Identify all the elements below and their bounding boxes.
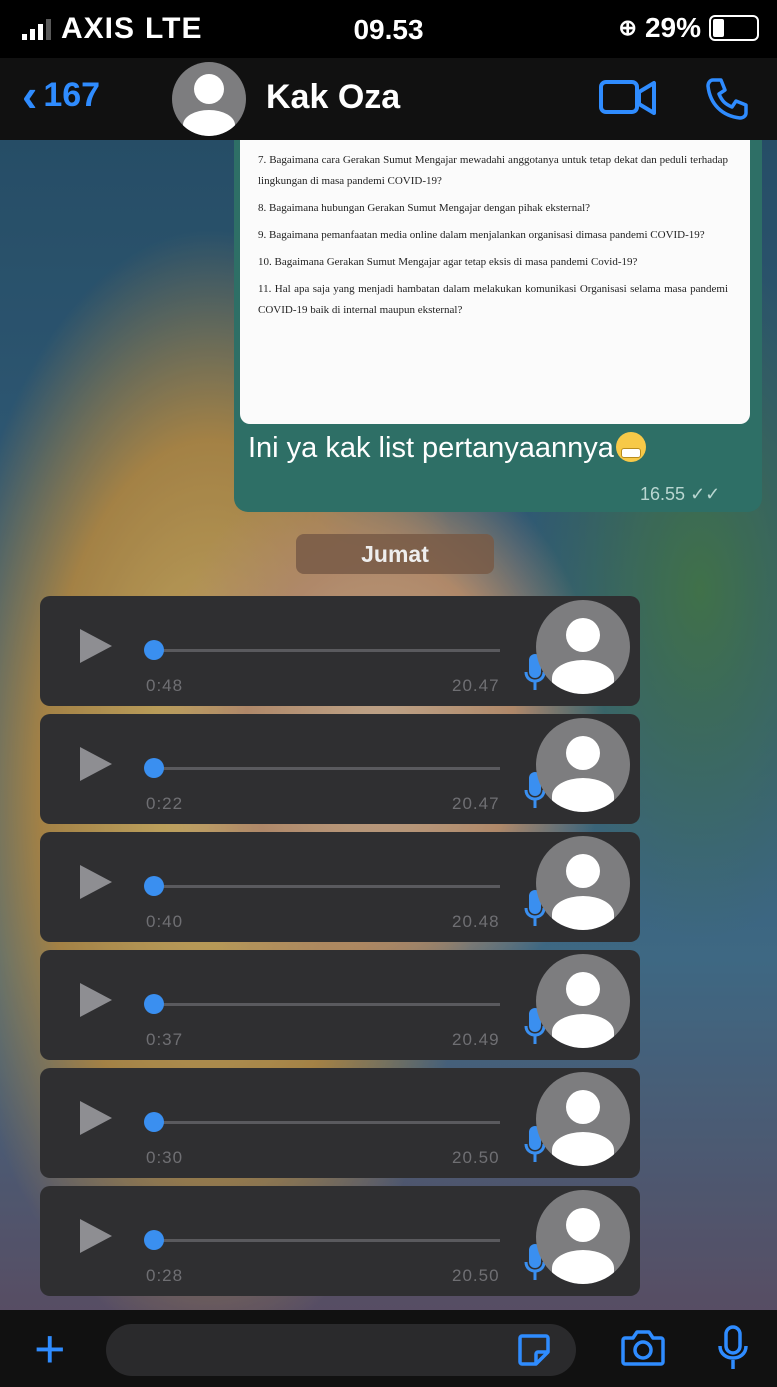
voice-note[interactable]: 0:37 20.49 <box>40 950 640 1060</box>
voice-note[interactable]: 0:40 20.48 <box>40 832 640 942</box>
play-icon[interactable] <box>80 629 112 663</box>
video-call-icon[interactable] <box>598 76 658 120</box>
progress-knob[interactable] <box>144 758 164 778</box>
sender-avatar <box>536 600 630 694</box>
contact-name[interactable]: Kak Oza <box>266 78 400 117</box>
message-time: 16.55 <box>640 484 686 504</box>
whatsapp-chat-screen: AXIS LTE 09.53 ⊕ 29% ‹ 167 Kak Oza 7. Ba… <box>0 0 777 1387</box>
question-8: 8. Bagaimana hubungan Gerakan Sumut Meng… <box>258 202 591 214</box>
voice-duration: 0:48 <box>146 676 184 695</box>
battery-icon <box>709 15 759 41</box>
question-10: 10. Bagaimana Gerakan Sumut Mengajar aga… <box>258 256 638 268</box>
status-bar: AXIS LTE 09.53 ⊕ 29% <box>0 0 777 58</box>
question-7: 7. Bagaimana cara Gerakan Sumut Mengajar… <box>258 154 728 187</box>
voice-duration: 0:40 <box>146 912 184 931</box>
progress-track[interactable] <box>154 649 500 652</box>
back-chevron-icon: ‹ <box>22 69 38 121</box>
sender-avatar <box>536 1190 630 1284</box>
microphone-icon[interactable] <box>716 1324 750 1372</box>
progress-knob[interactable] <box>144 876 164 896</box>
sticker-icon[interactable] <box>516 1332 552 1368</box>
voice-duration: 0:22 <box>146 794 184 813</box>
message-text: Ini ya kak list pertanyaannya <box>248 432 646 465</box>
phone-icon[interactable] <box>704 76 750 122</box>
day-separator: Jumat <box>296 534 494 574</box>
voice-time: 20.47 <box>452 676 500 695</box>
progress-knob[interactable] <box>144 640 164 660</box>
battery-percentage: 29% <box>644 12 701 43</box>
voice-duration: 0:28 <box>146 1266 184 1285</box>
back-button[interactable]: ‹ 167 <box>22 72 100 118</box>
progress-knob[interactable] <box>144 994 164 1014</box>
message-input[interactable] <box>106 1324 576 1376</box>
read-receipt-icon: ✓✓ <box>690 484 721 504</box>
progress-knob[interactable] <box>144 1230 164 1250</box>
plus-icon[interactable]: + <box>34 1322 66 1376</box>
sender-avatar <box>536 954 630 1048</box>
progress-track[interactable] <box>154 1121 500 1124</box>
voice-duration: 0:37 <box>146 1030 184 1049</box>
voice-duration: 0:30 <box>146 1148 184 1167</box>
voice-note[interactable]: 0:28 20.50 <box>40 1186 640 1296</box>
contact-avatar[interactable] <box>172 62 246 136</box>
play-icon[interactable] <box>80 983 112 1017</box>
progress-track[interactable] <box>154 885 500 888</box>
battery-info: ⊕ 29% <box>619 12 759 44</box>
progress-track[interactable] <box>154 767 500 770</box>
unread-count: 167 <box>43 75 101 114</box>
orientation-lock-icon: ⊕ <box>618 15 637 40</box>
voice-note[interactable]: 0:30 20.50 <box>40 1068 640 1178</box>
voice-note[interactable]: 0:48 20.47 <box>40 596 640 706</box>
question-11: 11. Hal apa saja yang menjadi hambatan d… <box>258 283 728 316</box>
message-timestamp: 16.55 ✓✓ <box>640 484 720 505</box>
shared-document-image[interactable]: 7. Bagaimana cara Gerakan Sumut Mengajar… <box>240 140 750 424</box>
grimacing-emoji-icon <box>615 432 646 462</box>
play-icon[interactable] <box>80 865 112 899</box>
progress-knob[interactable] <box>144 1112 164 1132</box>
progress-track[interactable] <box>154 1239 500 1242</box>
chat-area[interactable]: 7. Bagaimana cara Gerakan Sumut Mengajar… <box>0 140 777 1310</box>
voice-time: 20.48 <box>452 912 500 931</box>
camera-icon[interactable] <box>620 1328 666 1368</box>
voice-time: 20.50 <box>452 1266 500 1285</box>
voice-time: 20.49 <box>452 1030 500 1049</box>
play-icon[interactable] <box>80 747 112 781</box>
message-input-bar: + <box>0 1310 777 1387</box>
play-icon[interactable] <box>80 1101 112 1135</box>
voice-time: 20.47 <box>452 794 500 813</box>
progress-track[interactable] <box>154 1003 500 1006</box>
sender-avatar <box>536 836 630 930</box>
sender-avatar <box>536 1072 630 1166</box>
voice-note[interactable]: 0:22 20.47 <box>40 714 640 824</box>
voice-time: 20.50 <box>452 1148 500 1167</box>
question-9: 9. Bagaimana pemanfaatan media online da… <box>258 229 705 241</box>
play-icon[interactable] <box>80 1219 112 1253</box>
chat-header: ‹ 167 Kak Oza <box>0 58 777 140</box>
message-body: Ini ya kak list pertanyaannya <box>248 432 614 464</box>
sender-avatar <box>536 718 630 812</box>
